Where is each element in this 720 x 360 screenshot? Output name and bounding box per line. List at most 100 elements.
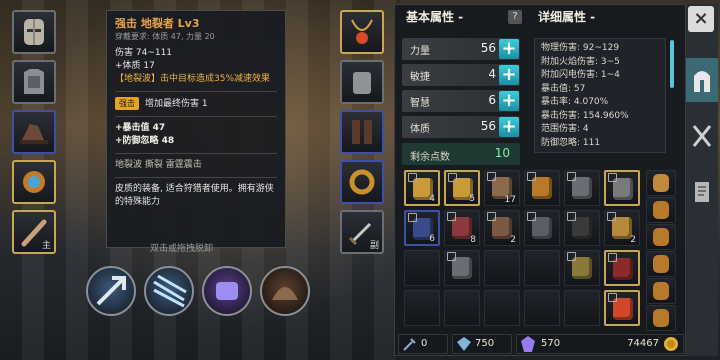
stat-label: 敏捷 <box>410 72 430 83</box>
tab-skills[interactable] <box>686 114 718 158</box>
remaining-points: 剩余点数 10 <box>402 143 520 165</box>
equip-legs[interactable] <box>340 110 384 154</box>
add-constitution-button[interactable]: + <box>499 117 519 137</box>
inventory-slot[interactable] <box>524 210 560 246</box>
inventory-slot[interactable] <box>564 170 600 206</box>
pouch-icon <box>653 228 669 246</box>
inventory-slot[interactable] <box>564 250 600 286</box>
item-requirement: 穿戴要求: 体质 47, 力量 20 <box>115 32 215 41</box>
item-armor-ignore: +防御忽略 48 <box>115 136 175 146</box>
scroll-icon <box>695 182 709 202</box>
pouch-icon <box>653 255 669 273</box>
detail-line: 暴击率: 4.070% <box>541 97 609 107</box>
enhance-tag: 强击 <box>115 97 139 110</box>
lock-icon <box>408 213 417 222</box>
divider <box>115 91 277 92</box>
inventory-slot[interactable] <box>524 290 560 326</box>
basic-attributes-title: 基本属性 - <box>406 10 464 24</box>
inventory-slot[interactable] <box>484 290 520 326</box>
inventory-slot[interactable] <box>604 250 640 286</box>
lock-icon <box>447 212 456 221</box>
tab-misc[interactable] <box>686 170 718 214</box>
pouch-icon <box>653 309 669 327</box>
inventory-slot[interactable]: 17 <box>484 170 520 206</box>
inventory-slot[interactable] <box>604 290 640 326</box>
item-crit: +暴击值 47 <box>115 123 166 133</box>
detail-line: 暴击伤害: 154.960% <box>541 110 629 121</box>
equip-gloves[interactable] <box>12 110 56 154</box>
inventory-slot[interactable] <box>524 250 560 286</box>
tools-count: 0 <box>421 338 428 349</box>
storage-slot[interactable] <box>646 170 676 196</box>
equip-ring[interactable] <box>340 160 384 204</box>
storage-slot[interactable] <box>646 251 676 277</box>
pouch-icon <box>653 282 669 300</box>
inventory-slot[interactable]: 8 <box>444 210 480 246</box>
equip-helmet[interactable] <box>12 10 56 54</box>
currency-bar: 570 74467 <box>516 334 684 354</box>
stat-value: 56 <box>480 41 496 55</box>
skill-slot-3[interactable] <box>202 266 252 316</box>
chest-icon <box>653 174 669 192</box>
chest-armor-icon <box>24 69 44 94</box>
skill-slot-2[interactable] <box>144 266 194 316</box>
beast-skill-icon <box>272 287 298 300</box>
equip-chest[interactable] <box>12 60 56 104</box>
gold-count: 74467 <box>627 338 659 349</box>
item-description: 皮质的装备, 适合狩猎者使用。拥有游侠的特殊能力 <box>115 184 274 207</box>
equip-shoulder[interactable] <box>340 60 384 104</box>
equip-necklace[interactable] <box>340 10 384 54</box>
skill-slot-1[interactable] <box>86 266 136 316</box>
inventory-slot[interactable] <box>444 290 480 326</box>
detail-line: 附加火焰伤害: 3~5 <box>541 56 620 67</box>
storage-slot[interactable] <box>646 278 676 304</box>
storage-slot[interactable] <box>646 224 676 250</box>
divider <box>115 153 277 154</box>
main-hand-label: 主 <box>41 241 51 251</box>
detail-line: 物理伤害: 92~129 <box>541 43 620 53</box>
inventory-slot[interactable]: 5 <box>444 170 480 206</box>
add-agility-button[interactable]: + <box>499 65 519 85</box>
arrow-skill-icon <box>96 276 126 306</box>
boots-icon <box>23 171 45 193</box>
help-icon[interactable]: ? <box>508 10 522 24</box>
inventory-slot[interactable] <box>444 250 480 286</box>
tab-character[interactable] <box>686 58 718 102</box>
helmet-icon <box>24 19 44 45</box>
equip-boots[interactable] <box>12 160 56 204</box>
add-wisdom-button[interactable]: + <box>499 91 519 111</box>
detail-line: 防御忽略: 111 <box>541 137 601 148</box>
stat-label: 体质 <box>410 124 430 135</box>
storage-slot[interactable] <box>646 197 676 223</box>
necklace-icon <box>351 19 373 44</box>
divider <box>115 116 277 117</box>
helmet-tab-icon <box>694 71 710 92</box>
inventory-slot[interactable] <box>404 250 440 286</box>
inventory-slot[interactable] <box>404 290 440 326</box>
lock-icon <box>448 173 457 182</box>
inventory-slot[interactable]: 2 <box>604 210 640 246</box>
currency-tools: 0 <box>398 334 448 354</box>
skill-slot-4[interactable] <box>260 266 310 316</box>
inventory-slot[interactable] <box>484 250 520 286</box>
crystal-icon <box>521 336 535 352</box>
inventory-slot[interactable] <box>564 210 600 246</box>
close-button[interactable]: × <box>688 6 714 32</box>
detail-scrollbar[interactable] <box>670 40 674 88</box>
unequip-hint: 双击或拖拽脱卸 <box>150 244 214 254</box>
remaining-label: 剩余点数 <box>410 152 450 163</box>
item-tags: 地裂波 撕裂 雷霆震击 <box>115 160 202 170</box>
add-strength-button[interactable]: + <box>499 39 519 59</box>
inventory-slot[interactable]: 4 <box>404 170 440 206</box>
inventory-slot[interactable] <box>524 170 560 206</box>
off-hand-label: 副 <box>369 241 379 251</box>
detail-attributes-title: 详细属性 - <box>538 10 596 24</box>
inventory-slot[interactable] <box>604 170 640 206</box>
equip-weapon-main[interactable]: 主 <box>12 210 56 254</box>
gems-count: 750 <box>475 338 495 349</box>
storage-slot[interactable] <box>646 305 676 331</box>
inventory-slot[interactable] <box>564 290 600 326</box>
inventory-slot[interactable]: 6 <box>404 210 440 246</box>
equip-weapon-off[interactable]: 副 <box>340 210 384 254</box>
inventory-slot[interactable]: 2 <box>484 210 520 246</box>
